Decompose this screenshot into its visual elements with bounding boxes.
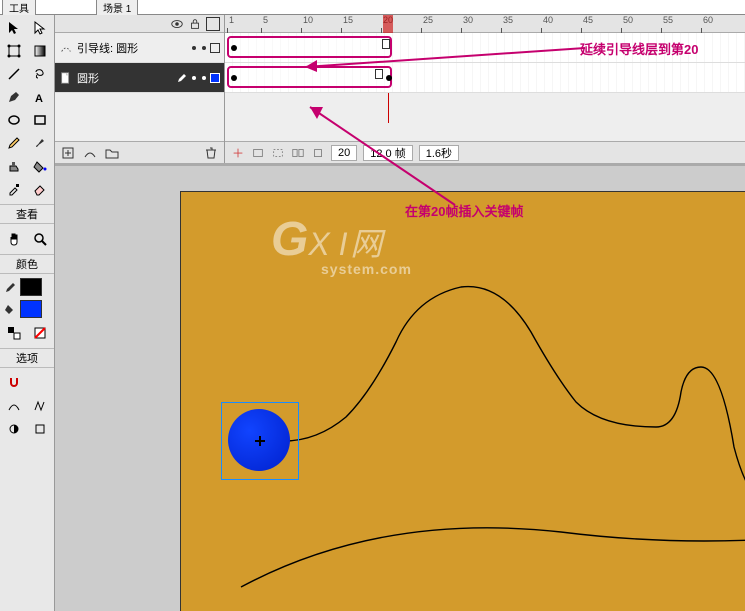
- line-tool[interactable]: [2, 63, 26, 85]
- stage-area[interactable]: GX I 网 system.com: [55, 163, 745, 611]
- snap-tool[interactable]: [2, 372, 26, 394]
- frames-area[interactable]: 1 5 10 15 20 25 30 35 40 45 50 55 60: [225, 15, 745, 163]
- swap-colors[interactable]: [2, 322, 26, 344]
- onion-outline-icon[interactable]: [271, 146, 285, 160]
- eye-icon[interactable]: [170, 17, 184, 31]
- tools-panel: A 查看 颜色 选项: [0, 15, 55, 611]
- gradient-transform-tool[interactable]: [28, 40, 52, 62]
- smooth-tool[interactable]: [28, 372, 52, 394]
- time-field: 1.6秒: [419, 145, 459, 161]
- pencil-tool[interactable]: [2, 132, 26, 154]
- hand-tool[interactable]: [2, 228, 26, 250]
- guide-layer-icon: [59, 41, 73, 55]
- current-frame-field: 20: [331, 145, 357, 161]
- view-section: 查看: [0, 204, 54, 224]
- zoom-tool[interactable]: [28, 228, 52, 250]
- eraser-tool[interactable]: [28, 178, 52, 200]
- page-layer-icon: [59, 71, 73, 85]
- scene-tab[interactable]: 场景 1: [96, 0, 138, 16]
- color-section: 颜色: [0, 254, 54, 274]
- add-layer-button[interactable]: [59, 145, 77, 161]
- timeline-status: 20 12.0 帧 1.6秒: [225, 141, 745, 163]
- stroke-color-row[interactable]: [0, 276, 54, 298]
- straighten-tool[interactable]: [2, 395, 26, 417]
- rectangle-tool[interactable]: [28, 109, 52, 131]
- layer-name: 引导线: 圆形: [77, 40, 188, 56]
- rotate-tool[interactable]: [28, 395, 52, 417]
- text-tool[interactable]: A: [28, 86, 52, 108]
- fill-swatch[interactable]: [20, 300, 42, 318]
- playhead[interactable]: [383, 15, 393, 33]
- paint-bucket-tool[interactable]: [28, 155, 52, 177]
- eyedropper-tool[interactable]: [2, 178, 26, 200]
- options-section: 选项: [0, 348, 54, 368]
- onion-markers-icon[interactable]: [311, 146, 325, 160]
- add-folder-button[interactable]: [103, 145, 121, 161]
- no-color[interactable]: [28, 322, 52, 344]
- lock-icon[interactable]: [188, 17, 202, 31]
- oval-tool[interactable]: [2, 109, 26, 131]
- free-transform-tool[interactable]: [2, 40, 26, 62]
- tools-title: 工具: [2, 0, 36, 16]
- bucket-icon: [4, 302, 18, 316]
- onion-skin-icon[interactable]: [251, 146, 265, 160]
- brush-tool[interactable]: [28, 132, 52, 154]
- fill-color-row[interactable]: [0, 298, 54, 320]
- ink-bottle-tool[interactable]: [2, 155, 26, 177]
- outline-icon[interactable]: [206, 17, 220, 31]
- pen-tool[interactable]: [2, 86, 26, 108]
- pencil-icon: [4, 280, 18, 294]
- timeline-panel: 引导线: 圆形 圆形: [55, 15, 745, 163]
- layer-row-guide[interactable]: 引导线: 圆形: [55, 33, 224, 63]
- svg-text:A: A: [35, 93, 43, 105]
- delete-layer-button[interactable]: [202, 145, 220, 161]
- selection-tool[interactable]: [2, 17, 26, 39]
- layer-row-shape[interactable]: 圆形: [55, 63, 224, 93]
- fps-field: 12.0 帧: [363, 145, 412, 161]
- selection-bounds[interactable]: [221, 402, 299, 480]
- add-guide-button[interactable]: [81, 145, 99, 161]
- stage[interactable]: GX I 网 system.com: [180, 191, 745, 611]
- subselect-tool[interactable]: [28, 17, 52, 39]
- pencil-icon: [176, 72, 188, 84]
- tools-grid: A: [0, 15, 54, 202]
- frame-row-shape[interactable]: [225, 63, 745, 93]
- center-frame-icon[interactable]: [231, 146, 245, 160]
- registration-point-icon: [255, 436, 265, 446]
- frame-row-guide[interactable]: [225, 33, 745, 63]
- lasso-tool[interactable]: [28, 63, 52, 85]
- edit-multiple-icon[interactable]: [291, 146, 305, 160]
- layer-list: 引导线: 圆形 圆形: [55, 15, 225, 163]
- option-b[interactable]: [28, 418, 52, 440]
- layer-name: 圆形: [77, 70, 172, 86]
- option-a[interactable]: [2, 418, 26, 440]
- frame-ruler[interactable]: 1 5 10 15 20 25 30 35 40 45 50 55 60: [225, 15, 745, 33]
- stroke-swatch[interactable]: [20, 278, 42, 296]
